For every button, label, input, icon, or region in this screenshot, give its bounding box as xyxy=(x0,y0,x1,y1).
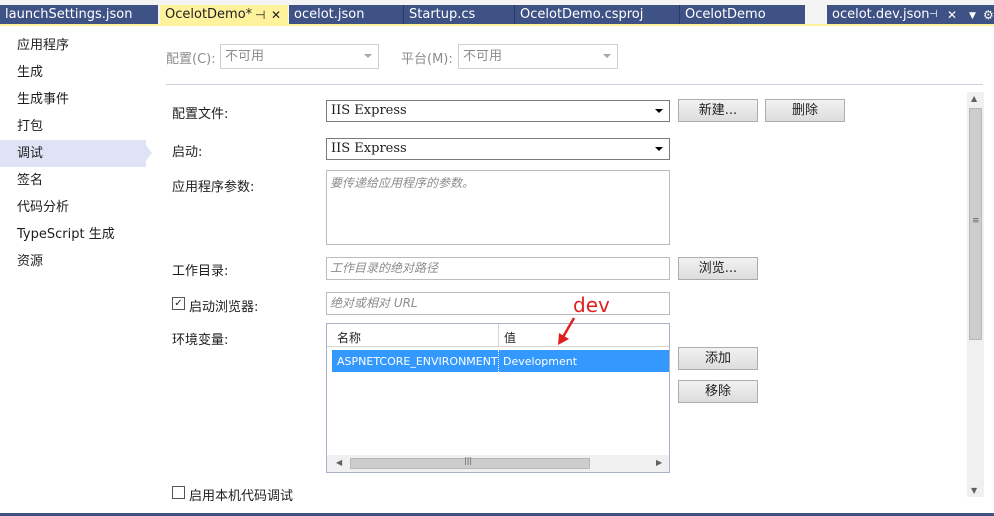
scroll-down-icon[interactable]: ▼ xyxy=(971,486,977,495)
nav-item-application[interactable]: 应用程序 xyxy=(0,32,146,59)
column-divider xyxy=(498,324,499,347)
tab-label: OcelotDemo xyxy=(685,7,766,22)
remove-env-var-button[interactable]: 移除 xyxy=(678,380,758,403)
gear-icon[interactable]: ⚙ xyxy=(983,5,994,25)
profile-label: 配置文件: xyxy=(172,107,229,122)
nav-item-signing[interactable]: 签名 xyxy=(0,167,146,194)
platform-select-value: 不可用 xyxy=(463,49,503,64)
platform-select[interactable]: 不可用 xyxy=(458,44,618,69)
cell-divider xyxy=(498,350,499,372)
tab-ocelotdemo-csproj[interactable]: OcelotDemo.csproj xyxy=(515,5,679,26)
section-divider xyxy=(166,84,983,85)
platform-label: 平台(M): xyxy=(401,52,453,67)
env-row-name[interactable]: ASPNETCORE_ENVIRONMENT xyxy=(337,355,498,368)
nav-label: 资源 xyxy=(17,254,44,269)
tab-launchsettings-json[interactable]: launchSettings.json xyxy=(0,5,158,26)
config-label: 配置(C): xyxy=(166,52,216,67)
scroll-up-icon[interactable]: ▲ xyxy=(971,94,977,103)
tab-label: OcelotDemo.csproj xyxy=(520,7,644,22)
env-col-value-header[interactable]: 值 xyxy=(504,329,516,346)
tab-ocelot-json[interactable]: ocelot.json xyxy=(289,5,403,26)
launch-select-value: IIS Express xyxy=(331,141,407,156)
app-args-textarea[interactable]: 要传递给应用程序的参数。 xyxy=(326,170,670,245)
tab-label: launchSettings.json xyxy=(5,7,133,22)
annotation-text: dev xyxy=(573,293,610,317)
scroll-right-icon[interactable]: ▶ xyxy=(656,458,662,467)
nav-label: TypeScript 生成 xyxy=(17,227,115,242)
app-args-label: 应用程序参数: xyxy=(172,180,255,195)
new-profile-button[interactable]: 新建... xyxy=(678,99,758,122)
pin-icon[interactable]: ⊣ xyxy=(255,5,265,25)
scroll-left-icon[interactable]: ◀ xyxy=(336,458,342,467)
nav-label: 生成 xyxy=(17,65,44,80)
tab-label: Startup.cs xyxy=(409,7,476,22)
nav-item-code-analysis[interactable]: 代码分析 xyxy=(0,194,146,221)
tab-label: ocelot.json xyxy=(294,7,365,22)
profile-select[interactable]: IIS Express xyxy=(326,100,670,122)
tab-ocelot-dev-json[interactable]: ocelot.dev.json ⊣ ✕ ▼ ⚙ xyxy=(827,5,994,26)
nav-item-build[interactable]: 生成 xyxy=(0,59,146,86)
config-select[interactable]: 不可用 xyxy=(220,44,379,69)
grip-icon: ||| xyxy=(464,456,473,465)
nav-label: 打包 xyxy=(17,119,44,134)
dropdown-arrow-icon[interactable]: ▼ xyxy=(969,6,976,26)
launch-browser-label: 启动浏览器: xyxy=(189,300,259,315)
profile-select-value: IIS Express xyxy=(331,103,407,118)
nav-item-package[interactable]: 打包 xyxy=(0,113,146,140)
tab-strip-underline xyxy=(0,24,994,26)
chevron-down-icon xyxy=(603,54,611,58)
grip-icon: ≡ xyxy=(972,216,980,226)
browse-button[interactable]: 浏览... xyxy=(678,257,758,280)
workdir-label: 工作目录: xyxy=(172,264,229,279)
workdir-input[interactable]: 工作目录的绝对路径 xyxy=(326,257,670,280)
nav-item-debug[interactable]: 调试 xyxy=(0,140,146,167)
nav-label: 调试 xyxy=(17,146,44,161)
launch-label: 启动: xyxy=(172,145,203,160)
annotation-arrow-icon xyxy=(558,317,576,345)
tab-startup-cs[interactable]: Startup.cs xyxy=(404,5,514,26)
app-args-placeholder: 要传递给应用程序的参数。 xyxy=(330,176,475,190)
nav-label: 签名 xyxy=(17,173,44,188)
chevron-down-icon xyxy=(364,54,372,58)
tab-label: OcelotDemo* xyxy=(165,7,253,22)
nav-label: 生成事件 xyxy=(17,92,70,107)
close-icon[interactable]: ✕ xyxy=(947,5,957,25)
url-placeholder: 绝对或相对 URL xyxy=(330,296,418,310)
env-col-name-header[interactable]: 名称 xyxy=(337,329,361,346)
tab-ocelotdemo[interactable]: OcelotDemo xyxy=(680,5,805,26)
add-env-var-button[interactable]: 添加 xyxy=(678,347,758,370)
pin-icon[interactable]: ⊣ xyxy=(929,5,938,25)
nav-item-resources[interactable]: 资源 xyxy=(0,248,146,275)
delete-profile-button[interactable]: 删除 xyxy=(765,99,845,122)
nav-label: 应用程序 xyxy=(17,38,70,53)
launch-select[interactable]: IIS Express xyxy=(326,138,670,160)
env-row-value[interactable]: Development xyxy=(503,355,577,368)
url-input[interactable]: 绝对或相对 URL xyxy=(326,292,670,315)
chevron-down-icon xyxy=(655,147,663,151)
nav-selected-arrow xyxy=(146,145,152,161)
tab-ocelotdemo-active[interactable]: OcelotDemo* ⊣ ✕ xyxy=(160,5,288,26)
workdir-placeholder: 工作目录的绝对路径 xyxy=(330,261,439,275)
native-debug-checkbox[interactable] xyxy=(172,486,185,499)
close-icon[interactable]: ✕ xyxy=(271,5,281,25)
chevron-down-icon xyxy=(655,109,663,113)
env-vars-label: 环境变量: xyxy=(172,333,229,348)
tab-label: ocelot.dev.json xyxy=(832,7,930,22)
nav-label: 代码分析 xyxy=(17,200,70,215)
config-select-value: 不可用 xyxy=(225,49,265,64)
nav-item-typescript-build[interactable]: TypeScript 生成 xyxy=(0,221,146,248)
native-debug-label: 启用本机代码调试 xyxy=(189,489,294,504)
launch-browser-checkbox[interactable]: ✓ xyxy=(172,297,185,310)
nav-item-build-events[interactable]: 生成事件 xyxy=(0,86,146,113)
